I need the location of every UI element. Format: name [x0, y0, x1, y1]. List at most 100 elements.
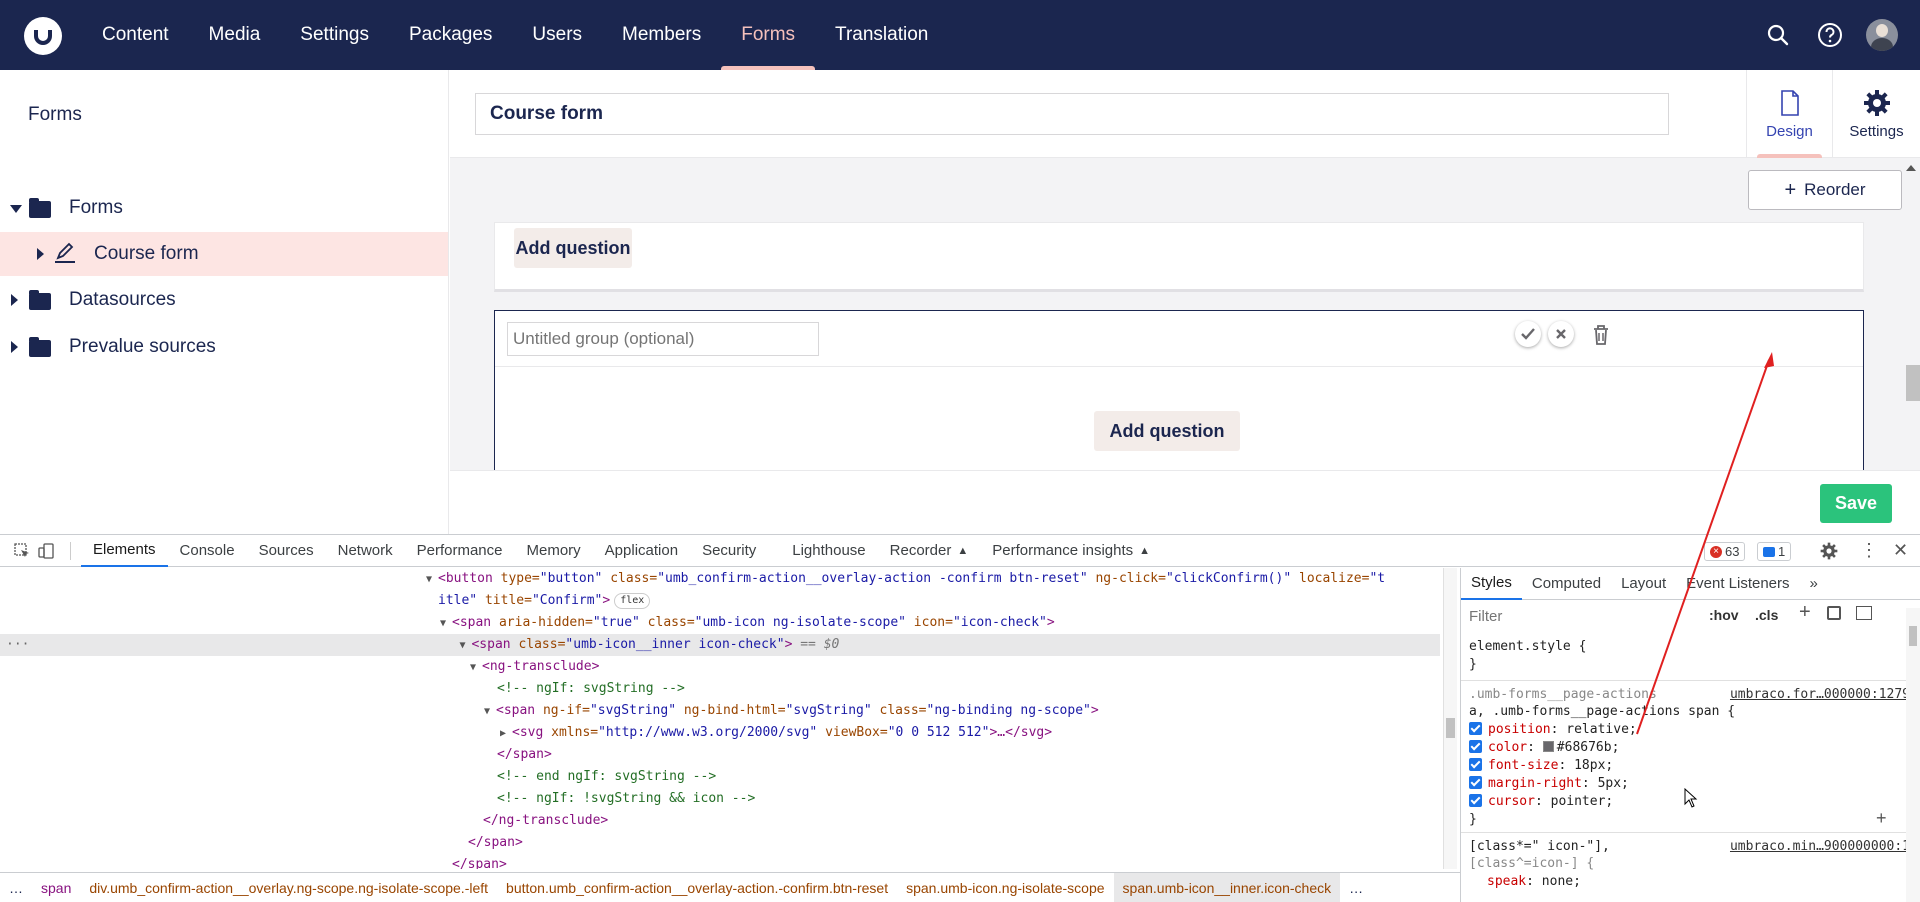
paint-icon[interactable] — [1827, 606, 1841, 620]
cls-toggle[interactable]: .cls — [1755, 607, 1778, 623]
breadcrumb-item-selected[interactable]: span.umb-icon__inner.icon-check — [1113, 873, 1341, 902]
user-avatar[interactable] — [1866, 19, 1898, 51]
editor-scrollbar-thumb[interactable] — [1906, 365, 1920, 401]
checkbox-icon[interactable] — [1469, 722, 1482, 735]
devtools-tab-lighthouse[interactable]: Lighthouse — [780, 535, 877, 567]
umbraco-logo[interactable] — [24, 17, 62, 55]
checkbox-icon[interactable] — [1469, 740, 1482, 753]
devtools-tab-recorder[interactable]: Recorder ▲ — [878, 535, 981, 567]
breadcrumb-item[interactable]: div.umb_confirm-action__overlay.ng-scope… — [80, 873, 497, 902]
add-question-button[interactable]: Add question — [514, 228, 632, 268]
breadcrumb-more[interactable]: … — [1340, 873, 1372, 902]
tab-settings[interactable]: Settings — [1832, 70, 1920, 158]
nav-members[interactable]: Members — [602, 0, 721, 70]
devtools-tab-performance-insights[interactable]: Performance insights ▲ — [980, 535, 1162, 567]
checkbox-icon[interactable] — [1469, 776, 1482, 789]
nav-forms[interactable]: Forms — [721, 0, 815, 70]
styles-filter-input[interactable] — [1469, 605, 1694, 627]
confirm-check-icon[interactable] — [1515, 321, 1541, 347]
nav-settings[interactable]: Settings — [280, 0, 389, 70]
caret-down-icon[interactable] — [10, 205, 22, 213]
elements-scrollbar[interactable] — [1443, 568, 1457, 869]
hov-toggle[interactable]: :hov — [1709, 607, 1739, 623]
devtools-tab-memory[interactable]: Memory — [515, 535, 593, 567]
dom-node-span-svg[interactable]: ▼ <span ng-if="svgString" ng-bind-html="s… — [0, 700, 1440, 722]
devtools-tab-elements[interactable]: Elements — [81, 535, 168, 567]
css-prop-color[interactable]: color: #68676b; — [1469, 740, 1619, 755]
tab-layout[interactable]: Layout — [1611, 568, 1676, 600]
error-count-badge[interactable]: × 63 — [1704, 542, 1746, 561]
save-button[interactable]: Save — [1820, 484, 1892, 523]
checkbox-icon[interactable] — [1469, 758, 1482, 771]
inspect-element-icon[interactable] — [14, 542, 38, 559]
flex-badge[interactable]: flex — [614, 592, 651, 609]
rule1-selector[interactable]: .umb-forms__page-actions — [1469, 687, 1657, 702]
devtools-tab-security[interactable]: Security — [690, 535, 768, 567]
devtools-tab-performance[interactable]: Performance — [405, 535, 515, 567]
nav-translation[interactable]: Translation — [815, 0, 948, 70]
element-style-rule[interactable]: element.style { — [1469, 639, 1586, 654]
devtools-tab-network[interactable]: Network — [326, 535, 405, 567]
form-name-input[interactable] — [475, 93, 1669, 135]
caret-right-icon[interactable] — [11, 294, 18, 306]
css-prop-cursor[interactable]: cursor: pointer; — [1469, 794, 1613, 809]
more-options-icon[interactable]: ⋮ — [1860, 541, 1878, 559]
devtools-tab-console[interactable]: Console — [168, 535, 247, 567]
dom-node-selected[interactable]: ··· ▼ <span class="umb-icon__inner icon-ch… — [0, 634, 1440, 656]
devtools-tab-sources[interactable]: Sources — [247, 535, 326, 567]
caret-right-icon[interactable] — [11, 341, 18, 353]
dom-comment[interactable]: <!-- ngIf: !svgString && icon --> — [0, 788, 1440, 810]
dom-close-span[interactable]: </span> — [0, 832, 1440, 854]
rule2-selector-2[interactable]: [class^=icon-] { — [1469, 856, 1594, 871]
tab-computed[interactable]: Computed — [1522, 568, 1611, 600]
gear-icon[interactable] — [1820, 542, 1838, 565]
new-rule-icon[interactable]: + — [1799, 601, 1811, 624]
breadcrumb-more[interactable]: … — [0, 873, 32, 902]
search-icon[interactable] — [1762, 19, 1794, 51]
dom-close-ng-transclude[interactable]: </ng-transclude> — [0, 810, 1440, 832]
cancel-close-icon[interactable] — [1548, 321, 1574, 347]
more-tabs-icon[interactable]: » — [1800, 568, 1828, 600]
css-prop-margin-right[interactable]: margin-right: 5px; — [1469, 776, 1629, 791]
rule1-selector-2[interactable]: a, .umb-forms__page-actions span { — [1469, 704, 1735, 719]
css-prop-position[interactable]: position: relative; — [1469, 722, 1637, 737]
tree-item-datasources[interactable]: Datasources — [0, 278, 448, 322]
dom-node-svg[interactable]: ▶ <svg xmlns="http://www.w3.org/2000/svg"… — [0, 722, 1440, 744]
devtools-tab-application[interactable]: Application — [593, 535, 690, 567]
trash-icon[interactable] — [1593, 325, 1609, 350]
breadcrumb-item[interactable]: span.umb-icon.ng-isolate-scope — [897, 873, 1113, 902]
dom-comment[interactable]: <!-- end ngIf: svgString --> — [0, 766, 1440, 788]
tab-event-listeners[interactable]: Event Listeners — [1676, 568, 1799, 600]
breadcrumb-item[interactable]: button.umb_confirm-action__overlay-actio… — [497, 873, 897, 902]
scroll-up-arrow-icon[interactable] — [1906, 165, 1916, 171]
dom-close-span[interactable]: </span> — [0, 854, 1440, 869]
group-name-input[interactable] — [507, 322, 819, 356]
rule2-source-link[interactable]: umbraco.min…900000000:1 — [1730, 839, 1910, 854]
toggle-sidebar-icon[interactable] — [1856, 606, 1872, 620]
tab-design[interactable]: Design — [1746, 70, 1832, 158]
tab-styles[interactable]: Styles — [1461, 568, 1522, 600]
dom-node-button[interactable]: ▼ <button type="button" class="umb_confir… — [0, 568, 1440, 590]
nav-media[interactable]: Media — [189, 0, 281, 70]
nav-users[interactable]: Users — [512, 0, 602, 70]
dom-node-span-umb-icon[interactable]: ▼ <span aria-hidden="true" class="umb-ico… — [0, 612, 1440, 634]
elements-scrollbar-thumb[interactable] — [1446, 718, 1455, 738]
rule2-selector[interactable]: [class*=" icon-"], — [1469, 839, 1610, 854]
css-prop-speak[interactable]: speak: none; — [1469, 874, 1581, 889]
css-prop-font-size[interactable]: font-size: 18px; — [1469, 758, 1613, 773]
rule1-source-link[interactable]: umbraco.for…000000:1279 — [1730, 687, 1910, 702]
help-icon[interactable] — [1814, 19, 1846, 51]
styles-scrollbar[interactable] — [1906, 608, 1920, 902]
color-swatch[interactable] — [1542, 741, 1554, 752]
add-question-button[interactable]: Add question — [1094, 411, 1240, 451]
device-toolbar-icon[interactable] — [38, 542, 70, 559]
tree-item-forms[interactable]: Forms — [0, 186, 448, 230]
tree-item-course-form[interactable]: Course form — [0, 232, 448, 276]
add-property-icon[interactable]: + — [1876, 808, 1887, 829]
nav-packages[interactable]: Packages — [389, 0, 512, 70]
nav-content[interactable]: Content — [82, 0, 189, 70]
message-count-badge[interactable]: 1 — [1757, 542, 1792, 561]
breadcrumb-item[interactable]: span — [32, 873, 80, 902]
dom-close-span[interactable]: </span> — [0, 744, 1440, 766]
checkbox-icon[interactable] — [1469, 794, 1482, 807]
